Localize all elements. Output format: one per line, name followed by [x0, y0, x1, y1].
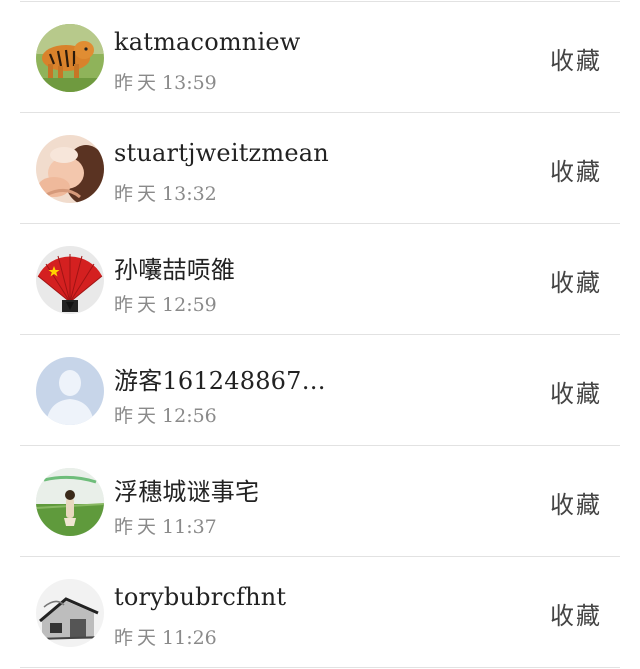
- tiger-avatar[interactable]: [36, 24, 104, 92]
- list-item[interactable]: stuartjweitzmean 昨天 13:32 收藏: [0, 113, 640, 224]
- item-timestamp: 昨天 11:37: [114, 516, 217, 538]
- favorite-button[interactable]: 收藏: [550, 374, 602, 409]
- item-timestamp: 昨天 12:59: [114, 294, 217, 316]
- item-username[interactable]: torybubrcfhnt: [114, 583, 286, 611]
- default-user-avatar[interactable]: [36, 357, 104, 425]
- item-username[interactable]: stuartjweitzmean: [114, 139, 329, 167]
- item-timestamp: 昨天 12:56: [114, 405, 217, 427]
- favorite-button[interactable]: 收藏: [550, 263, 602, 298]
- red-fan-avatar[interactable]: [36, 246, 104, 314]
- list-item[interactable]: katmacomniew 昨天 13:59 收藏: [0, 2, 640, 113]
- favorite-button[interactable]: 收藏: [550, 485, 602, 520]
- item-timestamp: 昨天 13:59: [114, 72, 217, 94]
- item-timestamp: 昨天 13:32: [114, 183, 217, 205]
- favorites-list: katmacomniew 昨天 13:59 收藏 stuartjweitzmean…: [0, 0, 640, 669]
- favorite-button[interactable]: 收藏: [550, 152, 602, 187]
- item-username[interactable]: 浮穗城谜事宅: [114, 472, 259, 507]
- favorite-button[interactable]: 收藏: [550, 41, 602, 76]
- item-timestamp: 昨天 11:26: [114, 627, 217, 649]
- item-username[interactable]: 游客161248867…: [114, 361, 326, 396]
- row-divider: [20, 667, 620, 668]
- favorite-button[interactable]: 收藏: [550, 596, 602, 631]
- list-item[interactable]: 孙囔喆唝雒 昨天 12:59 收藏: [0, 224, 640, 335]
- item-username[interactable]: 孙囔喆唝雒: [114, 250, 235, 285]
- person-photo-avatar[interactable]: [36, 135, 104, 203]
- list-item[interactable]: 游客161248867… 昨天 12:56 收藏: [0, 335, 640, 446]
- item-username[interactable]: katmacomniew: [114, 28, 301, 56]
- list-item[interactable]: 浮穗城谜事宅 昨天 11:37 收藏: [0, 446, 640, 557]
- list-item[interactable]: torybubrcfhnt 昨天 11:26 收藏: [0, 557, 640, 668]
- house-sketch-avatar[interactable]: [36, 579, 104, 647]
- girl-in-field-avatar[interactable]: [36, 468, 104, 536]
